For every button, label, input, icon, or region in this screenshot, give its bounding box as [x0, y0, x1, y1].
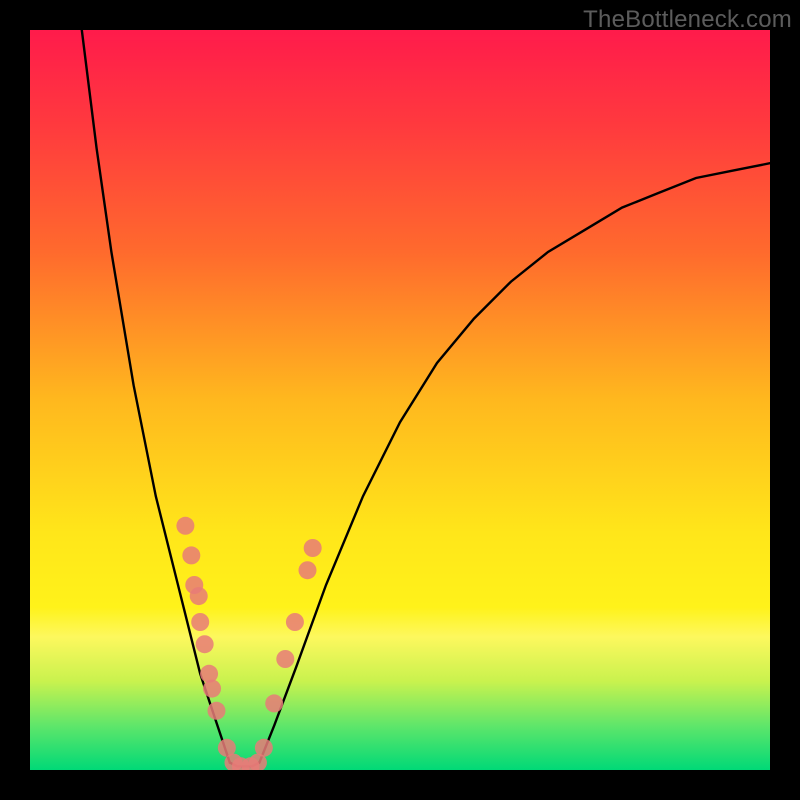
marker-point [286, 613, 304, 631]
marker-point [265, 694, 283, 712]
marker-point [207, 702, 225, 720]
marker-point [299, 561, 317, 579]
watermark-text: TheBottleneck.com [583, 6, 792, 34]
plot-area [30, 30, 770, 770]
curve-layer [30, 30, 770, 770]
curve-right-branch [259, 163, 770, 762]
marker-point [191, 613, 209, 631]
marker-point [196, 635, 214, 653]
marker-point [276, 650, 294, 668]
marker-point [176, 517, 194, 535]
marker-point [255, 739, 273, 757]
marker-point [304, 539, 322, 557]
marker-point [200, 665, 218, 683]
marker-point [203, 680, 221, 698]
marker-group [176, 517, 321, 770]
marker-point [190, 587, 208, 605]
curve-left-branch [82, 30, 230, 763]
chart-frame: TheBottleneck.com [0, 0, 800, 800]
marker-point [182, 546, 200, 564]
